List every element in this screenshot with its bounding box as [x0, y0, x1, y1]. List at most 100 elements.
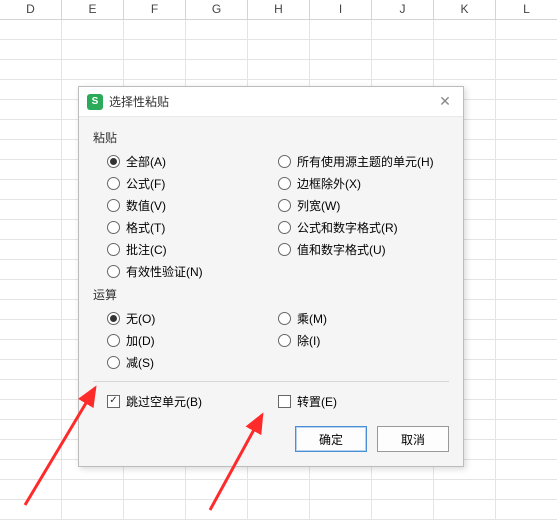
grid-cell[interactable]	[496, 40, 557, 60]
grid-cell[interactable]	[496, 100, 557, 120]
column-header[interactable]: H	[248, 0, 310, 20]
grid-cell[interactable]	[496, 360, 557, 380]
grid-cell[interactable]	[0, 220, 62, 240]
grid-cell[interactable]	[496, 420, 557, 440]
grid-cell[interactable]	[434, 40, 496, 60]
grid-cell[interactable]	[310, 60, 372, 80]
operation-option[interactable]: 无(O)	[107, 307, 278, 329]
grid-cell[interactable]	[496, 320, 557, 340]
column-header[interactable]: I	[310, 0, 372, 20]
paste-option[interactable]: 所有使用源主题的单元(H)	[278, 150, 449, 172]
grid-cell[interactable]	[496, 400, 557, 420]
transpose-checkbox[interactable]: 转置(E)	[278, 390, 449, 412]
grid-cell[interactable]	[372, 480, 434, 500]
grid-cell[interactable]	[0, 260, 62, 280]
grid-cell[interactable]	[186, 480, 248, 500]
grid-cell[interactable]	[248, 500, 310, 520]
grid-cell[interactable]	[310, 20, 372, 40]
grid-cell[interactable]	[434, 60, 496, 80]
grid-cell[interactable]	[124, 60, 186, 80]
grid-cell[interactable]	[62, 480, 124, 500]
grid-cell[interactable]	[248, 480, 310, 500]
ok-button[interactable]: 确定	[295, 426, 367, 452]
grid-cell[interactable]	[496, 500, 557, 520]
column-header[interactable]: K	[434, 0, 496, 20]
grid-cell[interactable]	[372, 60, 434, 80]
grid-cell[interactable]	[496, 340, 557, 360]
grid-cell[interactable]	[186, 500, 248, 520]
grid-cell[interactable]	[310, 40, 372, 60]
grid-cell[interactable]	[0, 40, 62, 60]
operation-option[interactable]: 除(I)	[278, 329, 449, 351]
grid-cell[interactable]	[496, 300, 557, 320]
grid-cell[interactable]	[496, 460, 557, 480]
grid-cell[interactable]	[186, 40, 248, 60]
paste-option[interactable]: 列宽(W)	[278, 194, 449, 216]
grid-cell[interactable]	[0, 160, 62, 180]
grid-cell[interactable]	[248, 60, 310, 80]
grid-cell[interactable]	[372, 40, 434, 60]
grid-cell[interactable]	[0, 380, 62, 400]
grid-cell[interactable]	[186, 20, 248, 40]
grid-cell[interactable]	[496, 160, 557, 180]
grid-cell[interactable]	[124, 480, 186, 500]
grid-cell[interactable]	[0, 200, 62, 220]
paste-option[interactable]: 公式(F)	[107, 172, 278, 194]
grid-cell[interactable]	[0, 240, 62, 260]
grid-cell[interactable]	[310, 480, 372, 500]
grid-cell[interactable]	[496, 380, 557, 400]
column-header[interactable]: E	[62, 0, 124, 20]
grid-cell[interactable]	[0, 80, 62, 100]
grid-cell[interactable]	[248, 40, 310, 60]
column-header[interactable]: J	[372, 0, 434, 20]
grid-cell[interactable]	[496, 140, 557, 160]
grid-cell[interactable]	[62, 60, 124, 80]
grid-cell[interactable]	[62, 40, 124, 60]
grid-cell[interactable]	[496, 200, 557, 220]
grid-cell[interactable]	[496, 20, 557, 40]
grid-cell[interactable]	[372, 20, 434, 40]
grid-cell[interactable]	[0, 140, 62, 160]
grid-cell[interactable]	[124, 20, 186, 40]
grid-cell[interactable]	[248, 20, 310, 40]
grid-cell[interactable]	[434, 500, 496, 520]
grid-cell[interactable]	[0, 420, 62, 440]
paste-option[interactable]: 格式(T)	[107, 216, 278, 238]
column-header[interactable]: F	[124, 0, 186, 20]
grid-cell[interactable]	[496, 280, 557, 300]
grid-cell[interactable]	[0, 20, 62, 40]
grid-cell[interactable]	[0, 180, 62, 200]
paste-option[interactable]: 值和数字格式(U)	[278, 238, 449, 260]
grid-cell[interactable]	[62, 20, 124, 40]
grid-cell[interactable]	[0, 480, 62, 500]
grid-cell[interactable]	[0, 280, 62, 300]
grid-cell[interactable]	[0, 500, 62, 520]
paste-option[interactable]: 有效性验证(N)	[107, 260, 278, 282]
grid-cell[interactable]	[0, 340, 62, 360]
operation-option[interactable]: 乘(M)	[278, 307, 449, 329]
paste-option[interactable]: 公式和数字格式(R)	[278, 216, 449, 238]
grid-cell[interactable]	[496, 60, 557, 80]
grid-cell[interactable]	[0, 120, 62, 140]
paste-option[interactable]: 全部(A)	[107, 150, 278, 172]
column-header[interactable]: L	[496, 0, 557, 20]
grid-cell[interactable]	[0, 100, 62, 120]
cancel-button[interactable]: 取消	[377, 426, 449, 452]
grid-cell[interactable]	[496, 120, 557, 140]
skip-blanks-checkbox[interactable]: 跳过空单元(B)	[107, 390, 278, 412]
column-header[interactable]: D	[0, 0, 62, 20]
grid-cell[interactable]	[186, 60, 248, 80]
grid-cell[interactable]	[496, 480, 557, 500]
grid-cell[interactable]	[0, 400, 62, 420]
grid-cell[interactable]	[372, 500, 434, 520]
paste-option[interactable]: 数值(V)	[107, 194, 278, 216]
column-header[interactable]: G	[186, 0, 248, 20]
grid-cell[interactable]	[62, 500, 124, 520]
grid-cell[interactable]	[496, 220, 557, 240]
operation-option[interactable]: 加(D)	[107, 329, 278, 351]
paste-option[interactable]: 边框除外(X)	[278, 172, 449, 194]
grid-cell[interactable]	[0, 320, 62, 340]
grid-cell[interactable]	[434, 480, 496, 500]
grid-cell[interactable]	[0, 60, 62, 80]
grid-cell[interactable]	[496, 240, 557, 260]
